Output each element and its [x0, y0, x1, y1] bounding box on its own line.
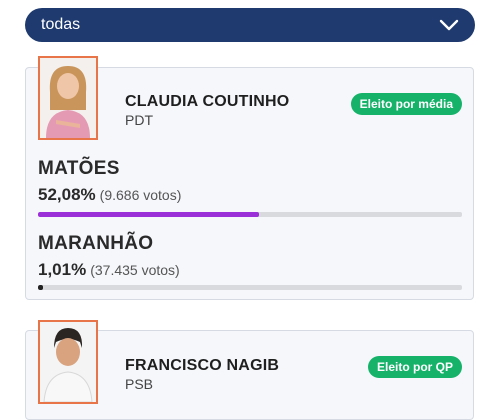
status-badge: Eleito por média [350, 93, 462, 115]
result-place: MATÕES [38, 158, 120, 179]
result-place: MARANHÃO [38, 233, 154, 254]
result-progress-bar [38, 285, 462, 290]
result-votes: (9.686 votos) [99, 187, 182, 203]
status-badge: Eleito por QP [367, 356, 462, 378]
candidate-name: CLAUDIA COUTINHO [125, 93, 290, 110]
result-percent-line: 1,01% (37.435 votos) [38, 260, 180, 280]
candidate-party: PDT [125, 112, 153, 128]
result-percent: 1,01% [38, 260, 87, 279]
city-filter-select[interactable]: todas [25, 8, 475, 42]
chevron-down-icon [439, 19, 459, 31]
result-progress-bar [38, 212, 462, 217]
result-progress-fill [38, 212, 259, 217]
filter-selected-value: todas [41, 16, 81, 33]
result-percent: 52,08% [38, 185, 96, 204]
candidate-photo [38, 56, 98, 140]
candidate-card[interactable]: FRANCISCO NAGIB PSB Eleito por QP [25, 320, 474, 420]
result-votes: (37.435 votos) [90, 262, 180, 278]
candidate-photo [38, 320, 98, 404]
candidate-name: FRANCISCO NAGIB [125, 357, 280, 374]
result-percent-line: 52,08% (9.686 votos) [38, 185, 181, 205]
candidate-party: PSB [125, 376, 154, 392]
result-progress-fill [38, 285, 44, 290]
candidate-card[interactable]: CLAUDIA COUTINHO PDT Eleito por média MA… [25, 56, 474, 300]
